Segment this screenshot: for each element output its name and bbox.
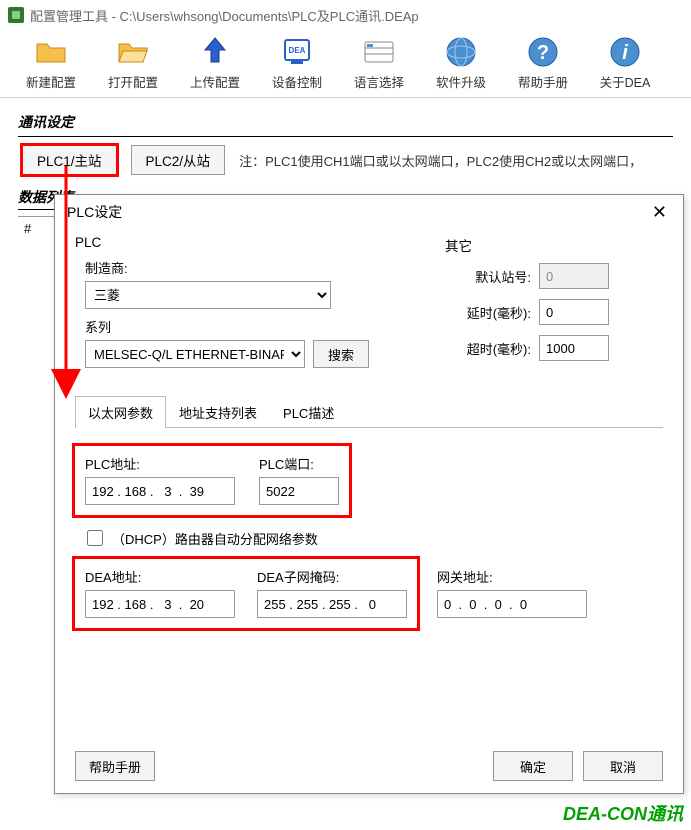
- plc-addr-label: PLC地址:: [85, 454, 235, 473]
- toolbar-upload-config[interactable]: 上传配置: [174, 32, 256, 91]
- app-icon: [8, 7, 24, 23]
- plc-port-input[interactable]: [259, 477, 339, 505]
- dialog-titlebar: PLC设定 ✕: [55, 195, 683, 229]
- delay-label: 延时(毫秒):: [445, 303, 531, 322]
- gateway-input[interactable]: [437, 590, 587, 618]
- toolbar-label: 上传配置: [190, 72, 240, 91]
- folder-open-icon: [115, 34, 151, 70]
- upload-icon: [197, 34, 233, 70]
- timeout-label: 超时(毫秒):: [445, 339, 531, 358]
- dea-mask-label: DEA子网掩码:: [257, 567, 407, 586]
- tab-plc-description[interactable]: PLC描述: [270, 396, 347, 428]
- toolbar-open-config[interactable]: 打开配置: [92, 32, 174, 91]
- inner-tabs: 以太网参数 地址支持列表 PLC描述: [75, 395, 663, 428]
- comm-note: 注：PLC1使用CH1端口或以太网端口，PLC2使用CH2或以太网端口，: [239, 151, 642, 170]
- comm-section-title: 通讯设定: [0, 106, 691, 136]
- dhcp-checkbox[interactable]: [87, 530, 103, 546]
- plc-group-title: PLC: [75, 235, 385, 250]
- language-icon: [361, 34, 397, 70]
- cancel-button[interactable]: 取消: [583, 751, 663, 781]
- dea-mask-input[interactable]: [257, 590, 407, 618]
- toolbar-separator: [0, 97, 691, 98]
- svg-text:?: ?: [537, 42, 549, 64]
- svg-text:i: i: [622, 42, 628, 64]
- dialog-close-button[interactable]: ✕: [648, 202, 671, 223]
- other-group-title: 其它: [445, 235, 663, 255]
- ok-button[interactable]: 确定: [493, 751, 573, 781]
- toolbar-label: 语言选择: [354, 72, 404, 91]
- timeout-input[interactable]: [539, 335, 609, 361]
- series-combo[interactable]: MELSEC-Q/L ETHERNET-BINARY: [85, 340, 305, 368]
- folder-new-icon: [33, 34, 69, 70]
- dea-addr-label: DEA地址:: [85, 567, 235, 586]
- info-icon: i: [607, 34, 643, 70]
- series-label: 系列: [85, 317, 385, 336]
- toolbar-label: 关于DEA: [600, 72, 651, 91]
- tab-plc1-master[interactable]: PLC1/主站: [22, 145, 117, 175]
- search-button[interactable]: 搜索: [313, 340, 369, 368]
- section-divider: [18, 136, 673, 137]
- plc-network-highlight: PLC地址: PLC端口:: [75, 446, 349, 515]
- dialog-footer: 帮助手册 确定 取消: [55, 751, 683, 781]
- dhcp-label: （DHCP）路由器自动分配网络参数: [112, 529, 318, 548]
- toolbar-help-manual[interactable]: ? 帮助手册: [502, 32, 584, 91]
- toolbar-label: 打开配置: [108, 72, 158, 91]
- maker-combo[interactable]: 三菱: [85, 281, 331, 309]
- device-icon: DEA: [279, 34, 315, 70]
- toolbar-label: 新建配置: [26, 72, 76, 91]
- globe-icon: [443, 34, 479, 70]
- svg-text:DEA: DEA: [289, 46, 306, 55]
- close-icon: ✕: [652, 202, 667, 222]
- tab-plc2-slave[interactable]: PLC2/从站: [131, 145, 226, 175]
- station-input: [539, 263, 609, 289]
- watermark-text: DEA-CON通讯: [563, 800, 683, 826]
- toolbar-new-config[interactable]: 新建配置: [10, 32, 92, 91]
- toolbar-about-dea[interactable]: i 关于DEA: [584, 32, 666, 91]
- toolbar-device-control[interactable]: DEA 设备控制: [256, 32, 338, 91]
- main-toolbar: 新建配置 打开配置 上传配置 DEA 设备控制 语言选择 软件升级 ? 帮助手册: [0, 30, 691, 97]
- help-icon: ?: [525, 34, 561, 70]
- dialog-title-text: PLC设定: [67, 202, 122, 222]
- toolbar-label: 软件升级: [436, 72, 486, 91]
- dea-addr-input[interactable]: [85, 590, 235, 618]
- tab-ethernet-params[interactable]: 以太网参数: [75, 396, 166, 428]
- plc-addr-input[interactable]: [85, 477, 235, 505]
- maker-label: 制造商:: [85, 258, 385, 277]
- comm-tabs: PLC1/主站 PLC2/从站 注：PLC1使用CH1端口或以太网端口，PLC2…: [0, 145, 691, 185]
- station-label: 默认站号:: [445, 267, 531, 286]
- col-hash: #: [18, 217, 58, 240]
- toolbar-software-upgrade[interactable]: 软件升级: [420, 32, 502, 91]
- dea-network-highlight: DEA地址: DEA子网掩码:: [75, 559, 417, 628]
- toolbar-language[interactable]: 语言选择: [338, 32, 420, 91]
- toolbar-label: 设备控制: [272, 72, 322, 91]
- tab-address-support[interactable]: 地址支持列表: [166, 396, 270, 428]
- window-title: 配置管理工具 - C:\Users\whsong\Documents\PLC及P…: [30, 6, 419, 25]
- plc-settings-dialog: PLC设定 ✕ PLC 制造商: 三菱 系列 MELSEC-Q/L ETHER: [54, 194, 684, 794]
- plc-port-label: PLC端口:: [259, 454, 339, 473]
- window-titlebar: 配置管理工具 - C:\Users\whsong\Documents\PLC及P…: [0, 0, 691, 30]
- gateway-label: 网关地址:: [437, 567, 587, 586]
- help-manual-button[interactable]: 帮助手册: [75, 751, 155, 781]
- delay-input[interactable]: [539, 299, 609, 325]
- toolbar-label: 帮助手册: [518, 72, 568, 91]
